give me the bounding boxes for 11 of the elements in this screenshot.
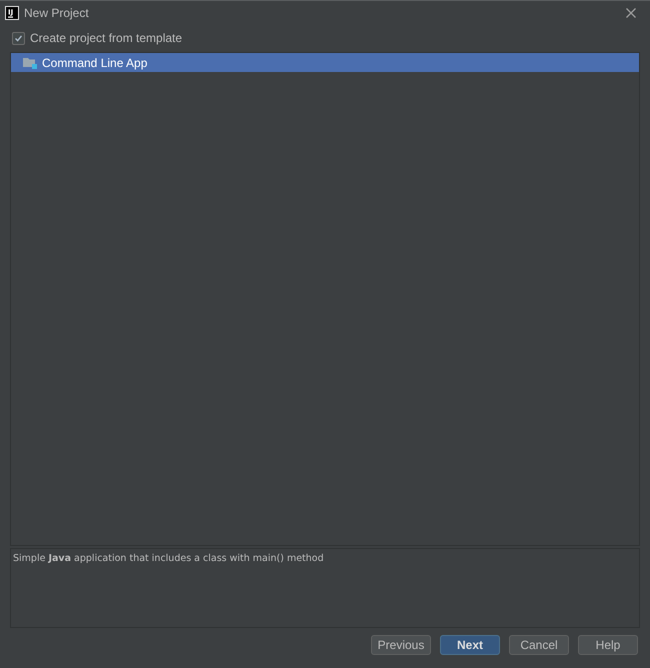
default-button[interactable]: Next xyxy=(440,635,500,655)
dialog-button[interactable]: Help xyxy=(578,635,638,655)
close-icon[interactable] xyxy=(626,8,636,18)
template-description: Simple Java application that includes a class with main() method xyxy=(13,553,325,564)
dialog-button[interactable]: Previous xyxy=(371,635,431,655)
checkbox[interactable] xyxy=(12,32,25,44)
dialog-button[interactable]: Cancel xyxy=(509,635,569,655)
template-item[interactable]: Command Line App xyxy=(11,53,639,72)
window-title: New Project xyxy=(24,6,90,20)
checkbox-label[interactable]: Create project from template xyxy=(30,31,182,45)
folder-icon xyxy=(23,56,37,68)
